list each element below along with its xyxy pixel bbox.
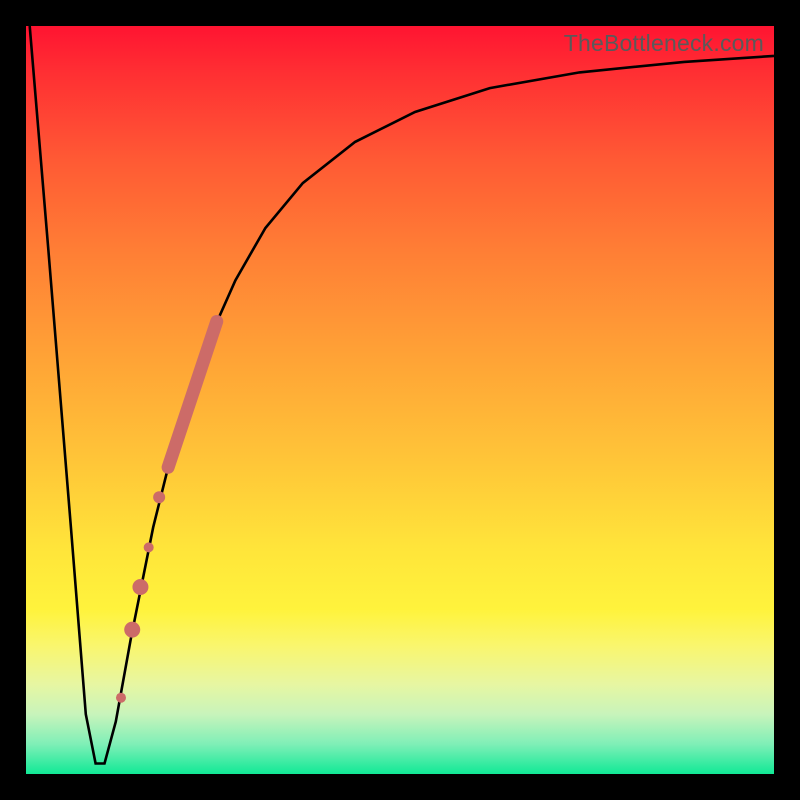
dot-3 [132,579,148,595]
chart-frame: TheBottleneck.com [0,0,800,800]
dot-4 [124,622,140,638]
dot-1 [153,491,165,503]
marker-group [116,321,217,702]
chart-plot-area: TheBottleneck.com [26,26,774,774]
dot-5 [116,693,126,703]
chart-svg [26,26,774,774]
dot-2 [144,542,154,552]
thick-segment [168,321,217,467]
bottleneck-curve [30,26,774,764]
